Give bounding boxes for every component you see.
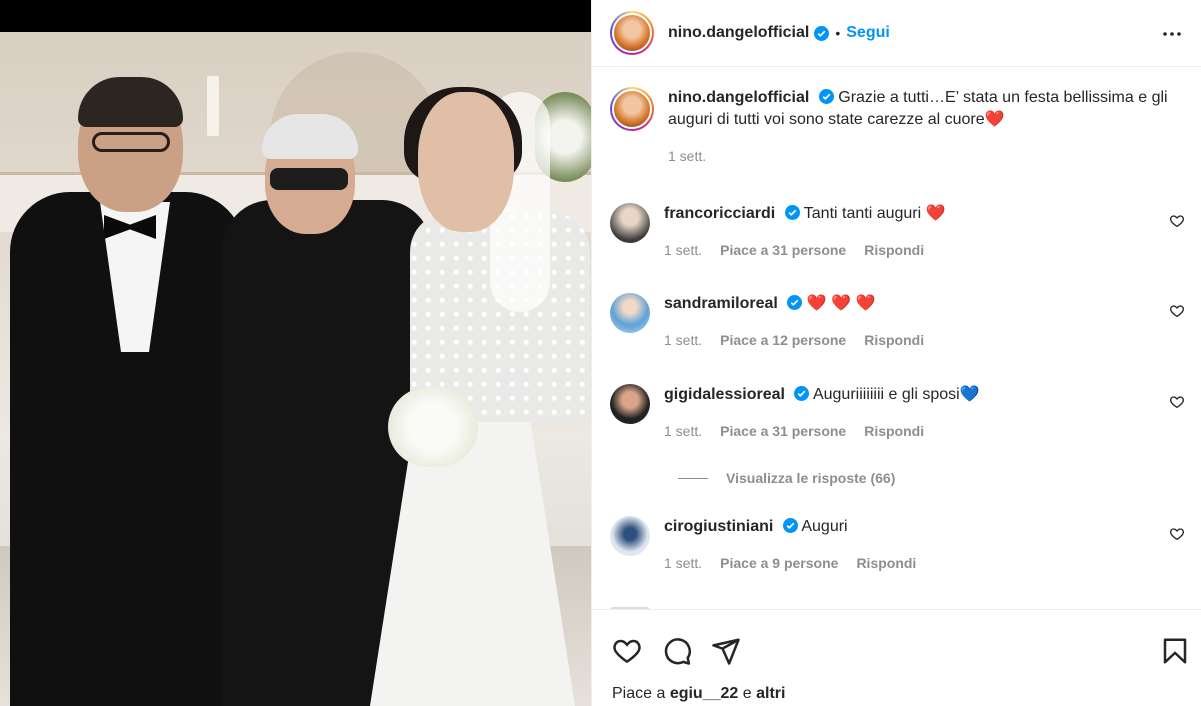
caption-username[interactable]: nino.dangelofficial	[668, 89, 809, 106]
heart-emoji: ❤️ ❤️ ❤️	[806, 295, 876, 312]
comment-username[interactable]: cirogiustiniani	[664, 518, 773, 535]
comment-likes[interactable]: Piace a 9 persone	[720, 552, 838, 574]
verified-badge-icon	[787, 295, 803, 310]
caption-time[interactable]: 1 sett.	[668, 145, 706, 167]
view-replies-button[interactable]: Visualizza le risposte (66)	[678, 470, 895, 486]
verified-badge-icon	[814, 25, 830, 41]
bride-head	[418, 92, 514, 232]
comment-bubble-icon[interactable]	[662, 636, 692, 666]
comment-text: Tanti tanti auguri	[803, 205, 926, 222]
follow-button[interactable]: Segui	[846, 24, 890, 42]
more-options-icon[interactable]	[1160, 22, 1184, 46]
reply-button[interactable]: Rispondi	[856, 552, 916, 574]
commenter-avatar[interactable]	[610, 516, 650, 556]
heart-emoji: ❤️	[925, 205, 946, 222]
post-photo[interactable]	[0, 0, 591, 706]
comment-item: sandramiloreal ❤️ ❤️ ❤️ 1 sett. Piace a …	[610, 293, 1185, 351]
groom-hair	[78, 77, 183, 127]
likes-others[interactable]: altri	[756, 685, 785, 702]
heart-emoji: ❤️	[984, 111, 1005, 128]
bouquet	[388, 387, 478, 467]
commenter-avatar[interactable]	[610, 293, 650, 333]
comment-text: Auguriiiiiiii e gli sposi	[812, 386, 960, 403]
verified-badge-icon	[794, 386, 810, 401]
comment-like-icon[interactable]	[1169, 213, 1185, 229]
wedding-photo	[0, 32, 591, 706]
comment-like-icon[interactable]	[1169, 526, 1185, 542]
verified-badge-icon	[818, 89, 834, 104]
comment-item: gigidalessioreal Auguriiiiiiii e gli spo…	[610, 384, 1185, 442]
comment-time[interactable]: 1 sett.	[664, 552, 702, 574]
likes-summary[interactable]: Piace a egiu__22 e altri	[612, 685, 785, 703]
verified-badge-icon	[784, 205, 800, 220]
view-replies-label: Visualizza le risposte (66)	[726, 470, 896, 486]
post-actions: Piace a egiu__22 e altri	[592, 609, 1201, 706]
blue-heart-emoji: 💙	[959, 386, 980, 403]
groom-glasses	[92, 132, 170, 152]
comment-item: francoricciardi Tanti tanti auguri ❤️ 1 …	[610, 203, 1185, 261]
comment-likes[interactable]: Piace a 31 persone	[720, 239, 846, 261]
likes-middle: e	[738, 685, 757, 702]
comment-username[interactable]: francoricciardi	[664, 205, 775, 222]
heart-outline-icon[interactable]	[612, 636, 642, 666]
father-hair	[262, 114, 358, 159]
paper-plane-icon[interactable]	[711, 636, 741, 666]
likes-prefix: Piace a	[612, 685, 670, 702]
avatar-image	[612, 89, 652, 129]
separator-dot: •	[835, 25, 841, 41]
bookmark-icon[interactable]	[1160, 636, 1190, 666]
comment-time[interactable]: 1 sett.	[664, 420, 702, 442]
reply-button[interactable]: Rispondi	[864, 420, 924, 442]
comment-username[interactable]: sandramiloreal	[664, 295, 778, 312]
comment-like-icon[interactable]	[1169, 394, 1185, 410]
commenter-avatar[interactable]	[610, 384, 650, 424]
post-caption: nino.dangelofficial Grazie a tutti…E’ st…	[610, 87, 1185, 167]
replies-line	[678, 477, 708, 479]
author-avatar[interactable]	[610, 11, 654, 55]
likes-user[interactable]: egiu__22	[670, 685, 738, 702]
caption-avatar[interactable]	[610, 87, 654, 131]
reply-button[interactable]: Rispondi	[864, 239, 924, 261]
reply-button[interactable]: Rispondi	[864, 329, 924, 351]
comment-time[interactable]: 1 sett.	[664, 239, 702, 261]
avatar-image	[612, 13, 652, 53]
comment-likes[interactable]: Piace a 12 persone	[720, 329, 846, 351]
comment-text: Auguri	[801, 518, 848, 535]
verified-badge-icon	[782, 518, 798, 533]
candle	[207, 76, 219, 136]
commenter-avatar[interactable]	[610, 203, 650, 243]
comment-like-icon[interactable]	[1169, 303, 1185, 319]
post-header: nino.dangelofficial • Segui	[592, 0, 1201, 67]
author-username[interactable]: nino.dangelofficial	[668, 24, 809, 42]
comments-list[interactable]: nino.dangelofficial Grazie a tutti…E’ st…	[592, 67, 1201, 609]
post-sidebar: nino.dangelofficial • Segui nino.dangelo…	[591, 0, 1201, 706]
comment-time[interactable]: 1 sett.	[664, 329, 702, 351]
comment-username[interactable]: gigidalessioreal	[664, 386, 785, 403]
sunglasses	[270, 168, 348, 190]
comment-likes[interactable]: Piace a 31 persone	[720, 420, 846, 442]
comment-item: cirogiustiniani Auguri 1 sett. Piace a 9…	[610, 516, 1185, 574]
